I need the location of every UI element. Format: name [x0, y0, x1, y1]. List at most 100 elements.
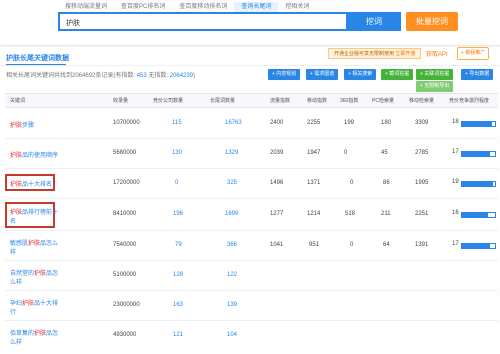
- row-keyword-line2[interactable]: 名: [10, 216, 16, 225]
- row-keyword[interactable]: 佰草集的护肤品怎: [10, 328, 58, 337]
- row-keyword[interactable]: 自然堂的护肤品怎: [10, 268, 58, 277]
- promote-button[interactable]: + 做我推广: [457, 47, 490, 60]
- row-mobile: 1371: [307, 180, 321, 186]
- unlimited-export-button[interactable]: + 无限制导出: [416, 81, 454, 92]
- row-360: 0: [350, 180, 354, 186]
- row-company[interactable]: 0: [175, 180, 178, 186]
- enterprise-promo[interactable]: 开通企业版可享无限制使用 立即开通: [328, 48, 422, 59]
- row-flow: 1496: [270, 180, 284, 186]
- tab-mobile-flow[interactable]: 搜移动端流量词: [58, 2, 114, 12]
- col-pc-search[interactable]: PC检索量: [372, 94, 394, 109]
- promo-action-link[interactable]: 立即开通: [395, 51, 415, 57]
- row-keyword-line2[interactable]: 么样: [10, 277, 22, 286]
- row-360: 518: [345, 211, 356, 217]
- row-flow: 1041: [270, 242, 284, 248]
- row-compete-bar: [461, 181, 496, 187]
- row-index: 17200000: [113, 180, 140, 186]
- row-compete-value: 16: [452, 210, 459, 216]
- row-keyword[interactable]: 敏感肌护肤品怎么: [10, 238, 58, 247]
- result-summary: 相关长尾词关键词共找到2064692条记录(有指数: 453 无指数: 2064…: [6, 70, 195, 79]
- row-company[interactable]: 121: [173, 332, 183, 338]
- col-keyword[interactable]: 关键词: [10, 94, 25, 109]
- row-longtail[interactable]: 366: [227, 242, 237, 248]
- col-index[interactable]: 收录量: [113, 94, 128, 109]
- row-index: 4930000: [113, 332, 137, 338]
- kw-post: 品十大排名: [22, 182, 53, 188]
- table-row: 护肤步骤 10700000 115 16763 2400 2255 199 18…: [5, 109, 498, 139]
- table-row: 佰草集的护肤品怎 么样 4930000 121 104: [5, 321, 498, 351]
- content-plan-button[interactable]: + 内容规划: [268, 69, 301, 80]
- word-cut-button[interactable]: + 截词挖掘: [381, 69, 414, 80]
- table-row: 护肤品的使用顺序 5680000 130 1329 2039 1947 0 45…: [5, 139, 498, 169]
- row-longtail[interactable]: 122: [227, 272, 237, 278]
- table-row: 自然堂的护肤品怎 么样 5100000 128 122: [5, 261, 498, 291]
- row-longtail[interactable]: 104: [227, 332, 237, 338]
- search-button[interactable]: 挖词: [347, 12, 401, 31]
- kw-post: 品怎: [46, 331, 59, 337]
- kw-red: 护肤: [28, 241, 41, 247]
- row-360: 0: [350, 242, 354, 248]
- col-360[interactable]: 360指数: [340, 94, 358, 109]
- related-word-button[interactable]: + 关联词挖掘: [416, 69, 454, 80]
- demand-graph-button[interactable]: + 需求图谱: [306, 69, 339, 80]
- row-keyword[interactable]: 护肤品的使用顺序: [10, 150, 58, 159]
- row-index: 10700000: [113, 120, 140, 126]
- row-keyword-line2[interactable]: 行: [10, 307, 16, 316]
- col-flow[interactable]: 流量指数: [270, 94, 290, 109]
- summary-total: 2064692: [72, 73, 96, 79]
- row-longtail[interactable]: 1329: [225, 150, 238, 156]
- related-search-button[interactable]: + 相关搜索: [344, 69, 377, 80]
- summary-middle2: 无指数:: [146, 73, 169, 79]
- get-api-link[interactable]: 获取API: [426, 49, 448, 58]
- row-keyword[interactable]: 护肤步骤: [10, 120, 34, 129]
- row-compete-bar: [461, 212, 496, 218]
- row-company[interactable]: 163: [173, 302, 183, 308]
- row-longtail[interactable]: 1699: [225, 211, 238, 217]
- tab-pc-rank[interactable]: 查百度PC排名词: [114, 2, 172, 12]
- kw-red: 护肤: [10, 153, 23, 159]
- row-keyword[interactable]: 护肤品排行榜前十: [10, 207, 58, 216]
- row-index: 5100000: [113, 272, 137, 278]
- row-mobile: 951: [309, 242, 320, 248]
- row-company[interactable]: 130: [172, 150, 182, 156]
- row-compete-bar: [461, 151, 496, 157]
- row-index: 5680000: [113, 150, 137, 156]
- row-longtail[interactable]: 16763: [225, 120, 242, 126]
- tab-mobile-rank[interactable]: 查百度移动排名词: [172, 2, 234, 12]
- row-mobile-search: 3309: [415, 120, 429, 126]
- row-index: 7540000: [113, 242, 137, 248]
- search-input-value: 护肤: [66, 20, 80, 27]
- row-keyword-line2[interactable]: 样: [10, 247, 16, 256]
- compete-fill: [462, 213, 489, 217]
- row-keyword-line2[interactable]: 么样: [10, 337, 22, 346]
- search-header: 搜移动端流量词 查百度PC排名词 查百度移动排名词 查询长尾词 挖相关词 护肤 …: [0, 0, 500, 46]
- row-keyword[interactable]: 护肤品十大排名: [10, 179, 52, 188]
- col-compete[interactable]: 竞价竞争激烈程度: [449, 94, 489, 109]
- batch-search-button[interactable]: 批量挖词: [406, 12, 458, 31]
- col-mobile[interactable]: 移动指数: [307, 94, 327, 109]
- row-company[interactable]: 115: [172, 120, 182, 126]
- compete-fill: [462, 182, 494, 186]
- row-company[interactable]: 79: [175, 242, 182, 248]
- kw-post: 品怎么: [40, 241, 59, 247]
- row-360: 0: [344, 150, 348, 156]
- table-header: 关键词 收录量 竞价公司数量 长尾词数量 流量指数 移动指数 360指数 PC检…: [5, 93, 498, 108]
- row-360: 199: [344, 120, 355, 126]
- col-company[interactable]: 竞价公司数量: [153, 94, 183, 109]
- tab-longtail[interactable]: 查询长尾词: [234, 2, 279, 12]
- kw-post: 品的使用顺序: [22, 153, 59, 159]
- kw-post: 品怎: [46, 271, 59, 277]
- col-mobile-search[interactable]: 移动检索量: [409, 94, 434, 109]
- row-longtail[interactable]: 325: [227, 180, 237, 186]
- compete-fill: [462, 152, 491, 156]
- results-panel: 护肤长尾关键词数据 开通企业版可享无限制使用 立即开通 获取API + 做我推广…: [0, 47, 500, 354]
- row-mobile: 2255: [307, 120, 321, 126]
- row-company[interactable]: 128: [173, 272, 183, 278]
- export-data-button[interactable]: + 导出数据: [461, 69, 494, 80]
- col-longtail[interactable]: 长尾词数量: [210, 94, 235, 109]
- row-keyword[interactable]: 孕妇护肤品十大排: [10, 298, 58, 307]
- row-longtail[interactable]: 139: [227, 302, 237, 308]
- row-company[interactable]: 196: [173, 211, 183, 217]
- tab-related[interactable]: 挖相关词: [278, 2, 316, 12]
- search-input[interactable]: 护肤: [58, 12, 348, 31]
